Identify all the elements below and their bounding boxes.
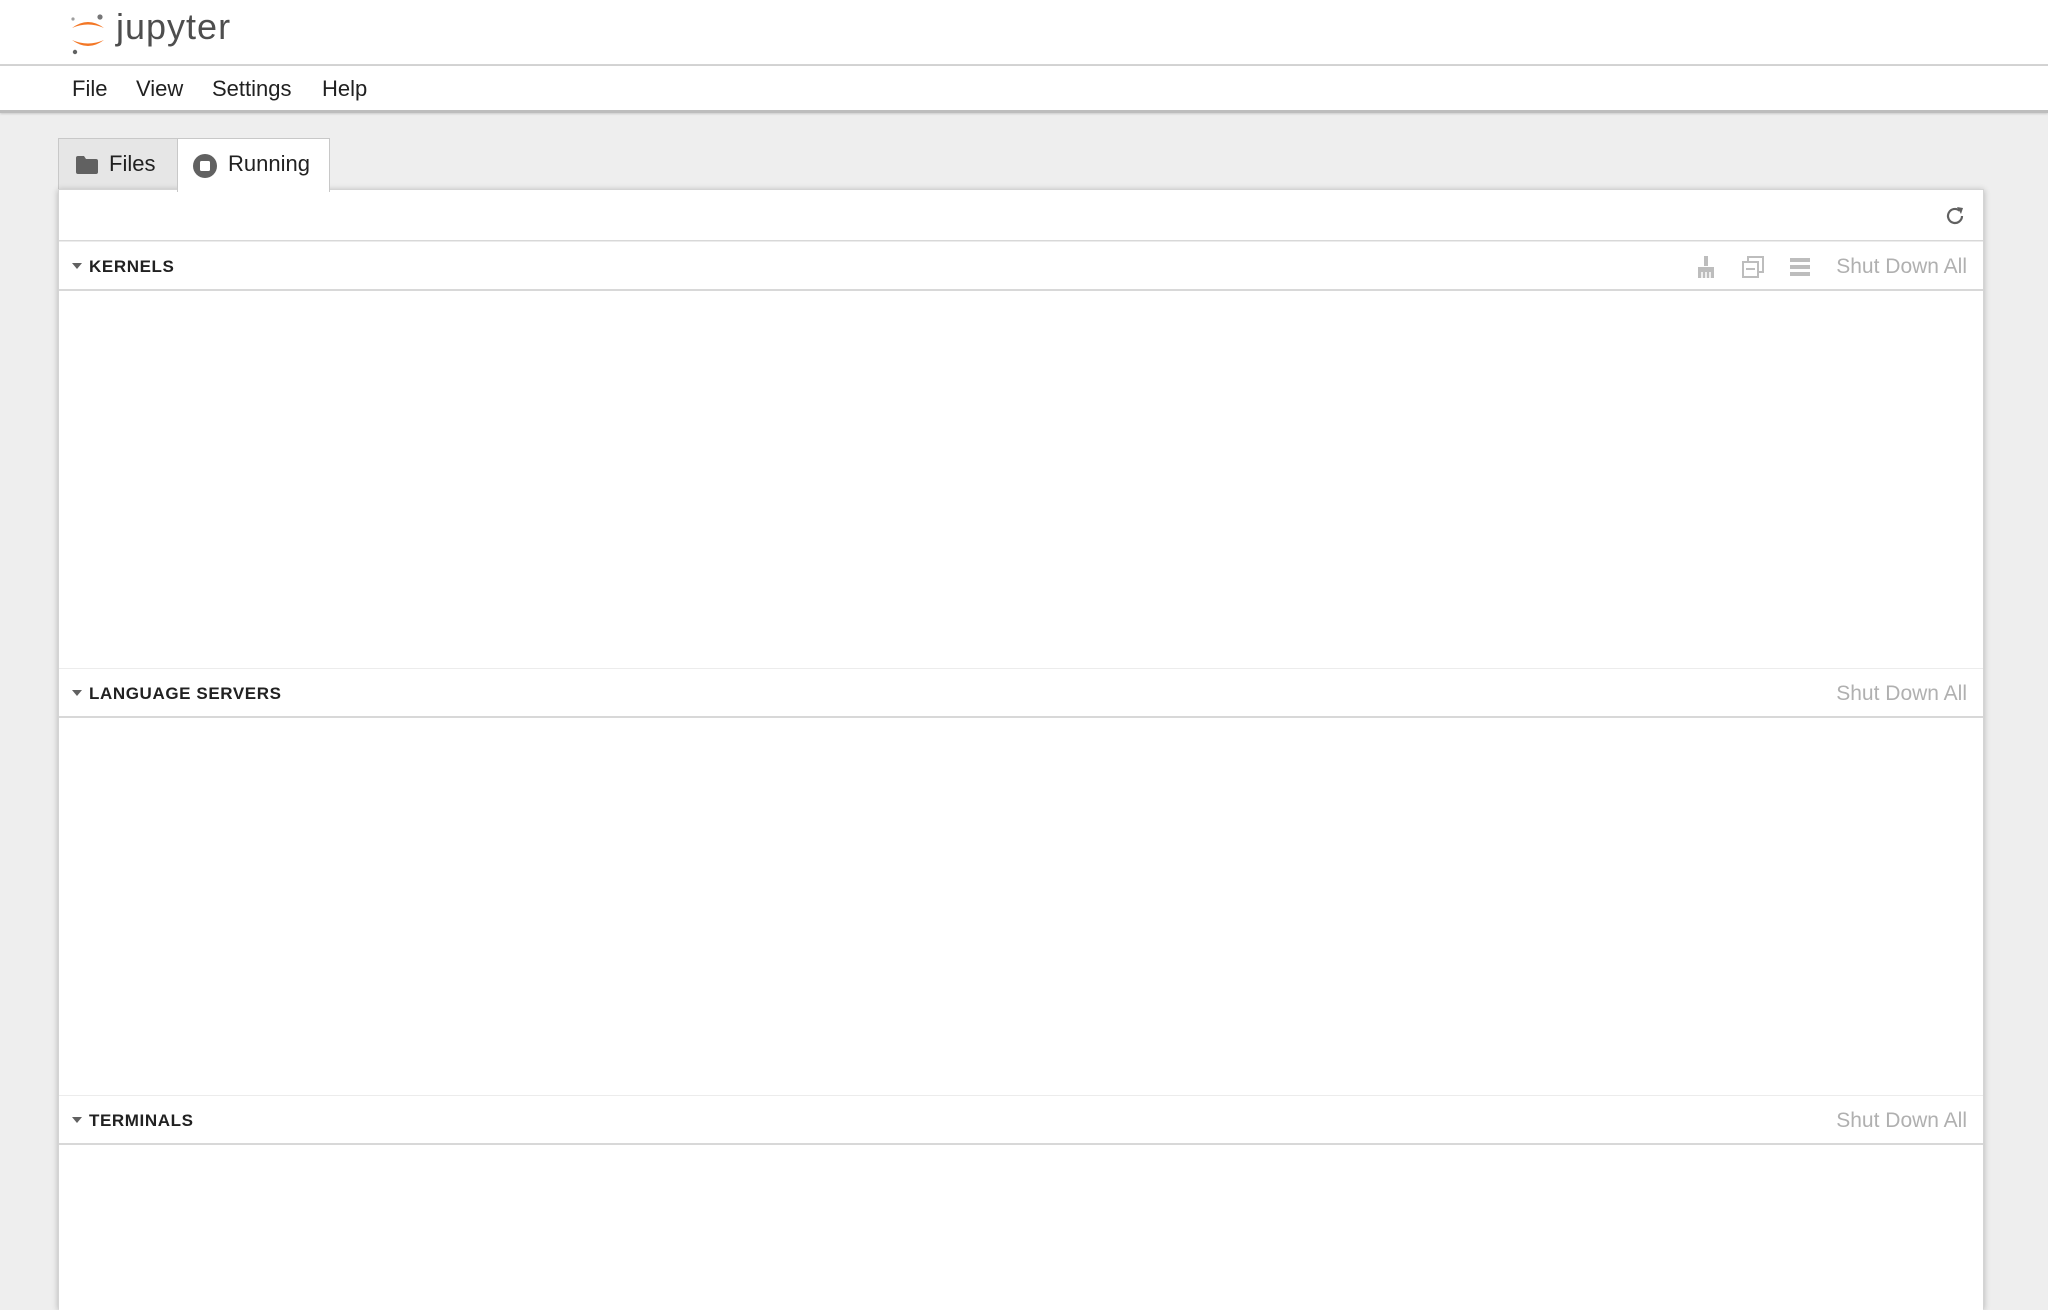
tab-running[interactable]: Running	[177, 138, 330, 192]
kernels-list	[59, 291, 1983, 665]
jupyter-logo-text: jupyter	[116, 6, 232, 47]
running-toolbar	[59, 190, 1983, 242]
kernels-shutdown-all-button[interactable]: Shut Down All	[1836, 242, 1967, 292]
language-servers-list	[59, 718, 1983, 1092]
caret-down-icon[interactable]	[71, 262, 83, 270]
menu-help[interactable]: Help	[322, 66, 367, 110]
list-view-icon[interactable]	[1787, 254, 1813, 280]
language-servers-section-title: LANGUAGE SERVERS	[89, 684, 282, 703]
terminals-section-title: TERMINALS	[89, 1111, 194, 1130]
menu-view[interactable]: View	[136, 66, 183, 110]
caret-down-icon[interactable]	[71, 689, 83, 697]
running-panel: KERNELS Shut Down All LANGUAGE SERVERS S…	[58, 189, 1984, 1310]
stop-circle-icon	[193, 154, 217, 178]
kernels-section-header[interactable]: KERNELS Shut Down All	[59, 241, 1983, 291]
jupyter-logo-icon[interactable]	[68, 8, 108, 58]
language-servers-shutdown-all-button[interactable]: Shut Down All	[1836, 669, 1967, 719]
language-servers-section-header[interactable]: LANGUAGE SERVERS Shut Down All	[59, 668, 1983, 718]
tab-files-label: Files	[109, 151, 156, 176]
menu-settings[interactable]: Settings	[212, 66, 292, 110]
caret-down-icon[interactable]	[71, 1116, 83, 1124]
duplicate-icon[interactable]	[1740, 254, 1766, 280]
kernels-section-title: KERNELS	[89, 257, 175, 276]
top-bar: jupyter	[0, 0, 2048, 66]
cleaner-icon[interactable]	[1693, 254, 1719, 280]
refresh-icon[interactable]	[1943, 204, 1967, 228]
folder-icon	[76, 156, 98, 174]
terminals-section-header[interactable]: TERMINALS Shut Down All	[59, 1095, 1983, 1145]
tab-running-label: Running	[228, 151, 310, 176]
terminals-list	[59, 1145, 1983, 1310]
tab-files[interactable]: Files	[58, 138, 178, 190]
menu-bar: File View Settings Help	[0, 66, 2048, 113]
terminals-shutdown-all-button[interactable]: Shut Down All	[1836, 1096, 1967, 1146]
menu-file[interactable]: File	[72, 66, 107, 110]
